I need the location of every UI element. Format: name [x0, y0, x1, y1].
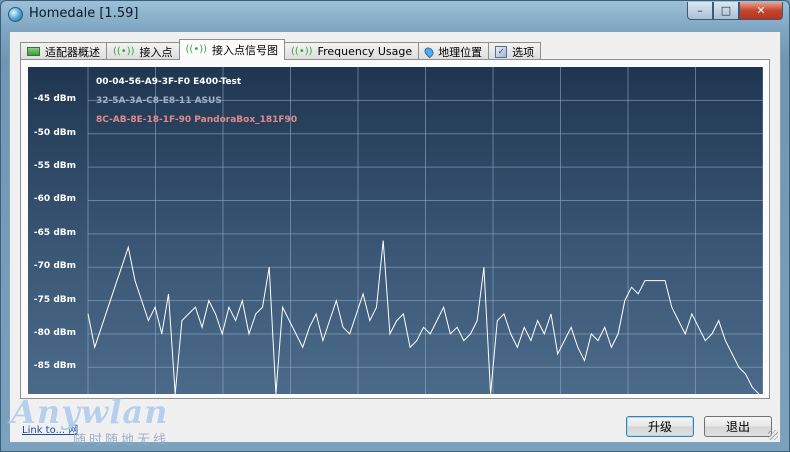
tab-panel: -45 dBm -50 dBm -55 dBm -60 dBm -65 dBm -70 d…	[20, 59, 770, 399]
y-tick-label: -60 dBm	[33, 194, 76, 205]
minimize-button[interactable]: –	[687, 2, 713, 20]
y-tick-label: -50 dBm	[33, 127, 76, 138]
options-icon: ✓	[495, 45, 508, 58]
tab-label: Frequency Usage	[317, 45, 413, 58]
title-bar[interactable]: Homedale [1.59] – □ ✕	[1, 1, 789, 29]
watermark-tagline: 随时随地无线	[73, 433, 170, 448]
tab-label: 接入点	[139, 45, 173, 59]
tab-geolocation[interactable]: 地理位置	[418, 42, 490, 60]
exit-button[interactable]: 退出	[704, 416, 772, 437]
app-globe-icon	[8, 7, 23, 22]
tab-signal-graph[interactable]: ((•)) 接入点信号图	[178, 39, 286, 60]
tab-label: 接入点信号图	[212, 44, 279, 57]
tab-label: 选项	[512, 45, 535, 59]
watermark-logo: Anywlan	[11, 393, 169, 431]
legend-entry-e400: 00-04-56-A9-3F-F0 E400-Test	[96, 77, 242, 87]
tab-access-points[interactable]: ((•)) 接入点	[106, 42, 180, 60]
wifi-signal-icon: ((•))	[185, 44, 208, 55]
y-tick-label: -55 dBm	[33, 161, 76, 172]
window-title: Homedale [1.59]	[29, 6, 139, 21]
maximize-button[interactable]: □	[713, 2, 739, 20]
legend-entry-asus: 32-5A-3A-C8-E8-11 ASUS	[96, 96, 222, 106]
signal-graph: -45 dBm -50 dBm -55 dBm -60 dBm -65 dBm -70 d…	[28, 67, 763, 394]
tab-frequency-usage[interactable]: ((•)) Frequency Usage	[284, 42, 420, 60]
close-button[interactable]: ✕	[739, 2, 783, 20]
resize-grip[interactable]	[768, 430, 778, 440]
series-line	[87, 240, 760, 394]
tab-adapter-overview[interactable]: 适配器概述	[20, 42, 107, 60]
app-window: Homedale [1.59] – □ ✕ 适配器概述 ((•)) 接入点 ((…	[0, 0, 790, 452]
y-tick-label: -45 dBm	[33, 94, 76, 105]
y-tick-label: -80 dBm	[33, 327, 76, 338]
window-controls: – □ ✕	[687, 2, 783, 20]
legend-entry-pandorabox: 8C-AB-8E-18-1F-90 PandoraBox_181F90	[96, 115, 298, 125]
tab-options[interactable]: ✓ 选项	[488, 42, 542, 60]
map-pin-icon	[422, 45, 436, 58]
tab-strip: 适配器概述 ((•)) 接入点 ((•)) 接入点信号图 ((•)) Frequ…	[20, 38, 542, 60]
y-tick-label: -70 dBm	[33, 261, 76, 272]
upgrade-button[interactable]: 升级	[626, 416, 694, 437]
y-tick-label: -75 dBm	[33, 294, 76, 305]
client-area: 适配器概述 ((•)) 接入点 ((•)) 接入点信号图 ((•)) Frequ…	[9, 31, 781, 443]
tab-label: 地理位置	[438, 45, 483, 59]
adapter-flag-icon	[27, 47, 40, 56]
y-tick-label: -85 dBm	[33, 361, 76, 372]
wifi-signal-icon: ((•))	[291, 45, 313, 57]
tab-label: 适配器概述	[45, 45, 100, 59]
wifi-signal-icon: ((•))	[113, 45, 135, 57]
y-tick-label: -65 dBm	[33, 227, 76, 238]
